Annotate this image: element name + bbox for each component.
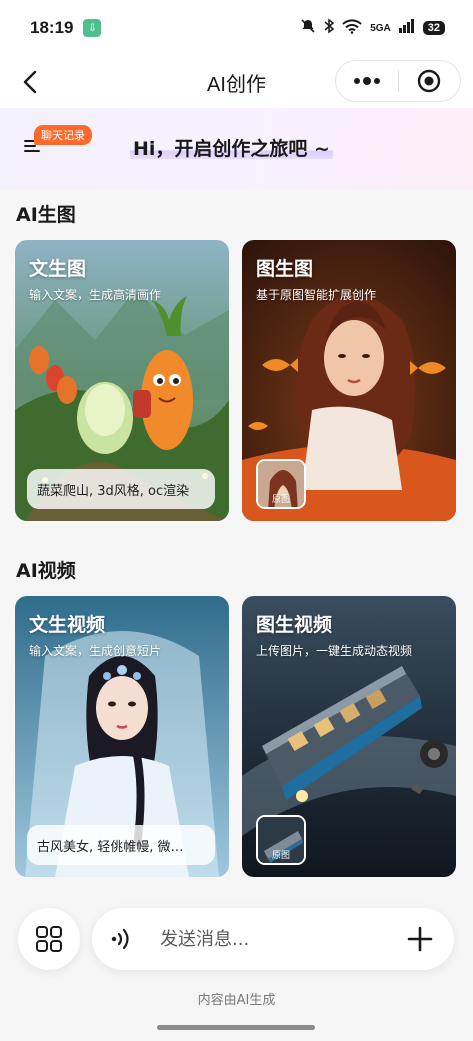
bluetooth-icon xyxy=(324,18,335,38)
section-title-ai-image: AI生图 xyxy=(16,204,76,226)
card-subtitle: 输入文案，生成高清画作 xyxy=(29,288,162,302)
thumbnail-label: 原图 xyxy=(271,851,290,861)
wifi-icon xyxy=(342,18,362,38)
mini-program-capsule xyxy=(335,60,461,102)
sample-prompt-chip[interactable]: 蔬菜爬山, 3d风格, oc渲染 xyxy=(27,469,215,509)
add-attachment-button[interactable] xyxy=(406,925,434,953)
grid-icon xyxy=(36,926,62,952)
card-image-to-image[interactable]: 图生图 基于原图智能扩展创作 原图 xyxy=(242,240,456,521)
target-circle-icon xyxy=(418,69,441,93)
more-button[interactable] xyxy=(336,61,398,101)
thumbnail-label: 原图 xyxy=(271,495,290,505)
card-text-to-video[interactable]: 文生视频 输入文案，生成创意短片 古风美女, 轻佻帷幔, 微… xyxy=(15,596,229,877)
close-mini-program-button[interactable] xyxy=(399,61,461,101)
ai-generated-disclaimer: 内容由AI生成 xyxy=(197,993,276,1008)
mute-bell-icon xyxy=(300,18,316,38)
card-title: 图生图 xyxy=(256,258,314,280)
greeting-text: Hi，开启创作之旅吧 ~ xyxy=(130,134,333,161)
section-title-ai-video: AI视频 xyxy=(16,560,76,582)
home-indicator[interactable] xyxy=(157,1025,315,1030)
sample-prompt-chip[interactable]: 古风美女, 轻佻帷幔, 微… xyxy=(27,825,215,865)
hero-banner: 聊天记录 Hi，开启创作之旅吧 ~ xyxy=(0,108,473,190)
card-subtitle: 上传图片，一键生成动态视频 xyxy=(256,644,413,658)
chevron-left-icon xyxy=(23,70,37,94)
card-title: 文生视频 xyxy=(29,614,106,636)
composer-bar xyxy=(0,905,473,975)
card-subtitle: 基于原图智能扩展创作 xyxy=(256,288,377,302)
voice-wave-icon xyxy=(111,928,129,950)
nav-bar: AI创作 xyxy=(0,56,473,108)
voice-input-button[interactable] xyxy=(108,925,136,953)
back-button[interactable] xyxy=(14,66,46,98)
signal-bars-icon xyxy=(398,19,415,37)
message-composer xyxy=(92,908,454,970)
original-image-thumbnail[interactable]: 原图 xyxy=(256,815,306,865)
apps-grid-button[interactable] xyxy=(18,908,80,970)
plus-icon xyxy=(407,926,433,952)
card-title: 图生视频 xyxy=(256,614,333,636)
status-bar: 18:19 ⇩ 5GA 32 xyxy=(0,0,473,56)
card-subtitle: 输入文案，生成创意短片 xyxy=(29,644,162,658)
chat-history-tag[interactable]: 聊天记录 xyxy=(34,125,92,145)
message-input[interactable] xyxy=(160,922,370,956)
page-title: AI创作 xyxy=(207,73,266,96)
battery-level: 32 xyxy=(422,21,445,35)
original-image-thumbnail[interactable]: 原图 xyxy=(256,459,306,509)
card-title: 文生图 xyxy=(29,258,87,280)
more-dots-icon xyxy=(353,77,380,85)
network-type: 5GA xyxy=(370,22,391,34)
download-app-icon: ⇩ xyxy=(83,19,102,37)
card-text-to-image[interactable]: 文生图 输入文案，生成高清画作 蔬菜爬山, 3d风格, oc渲染 xyxy=(15,240,229,521)
status-time: 18:19 xyxy=(30,18,74,37)
card-image-to-video[interactable]: 图生视频 上传图片，一键生成动态视频 原图 xyxy=(242,596,456,877)
